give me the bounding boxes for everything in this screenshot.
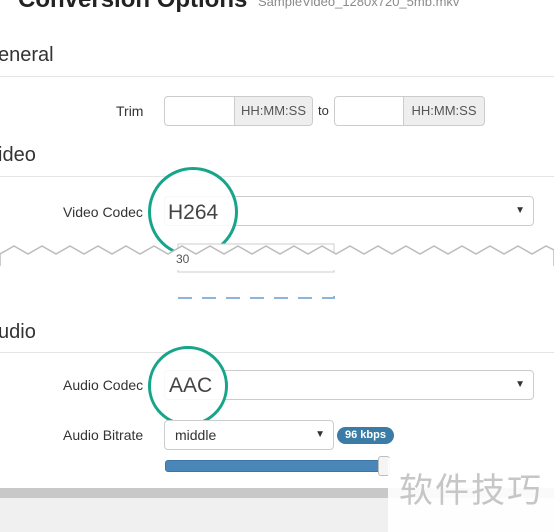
trim-to-label: to xyxy=(318,103,329,118)
section-general-heading: eneral xyxy=(0,44,54,66)
audio-bitrate-label: Audio Bitrate xyxy=(63,427,144,443)
trim-end-unit: HH:MM:SS xyxy=(404,96,485,126)
video-codec-label: Video Codec xyxy=(63,204,143,220)
file-name: SampleVideo_1280x720_5mb.mkv xyxy=(258,0,460,9)
dropdown-caret-icon: ▼ xyxy=(315,429,325,440)
section-divider xyxy=(0,176,554,177)
trim-start-unit: HH:MM:SS xyxy=(235,96,313,126)
audio-bitrate-select[interactable]: middle ▼ xyxy=(164,420,334,450)
bitrate-badge: 96 kbps xyxy=(337,427,394,444)
video-codec-value: H264 xyxy=(168,201,219,224)
section-divider xyxy=(0,352,554,353)
dropdown-caret-icon: ▼ xyxy=(515,379,525,390)
audio-codec-value: AAC xyxy=(169,374,213,397)
dropdown-caret-icon: ▼ xyxy=(515,205,525,216)
torn-cutaway xyxy=(0,238,554,308)
page-title: Conversion Options xyxy=(18,0,247,14)
section-video-heading: ideo xyxy=(0,144,36,166)
audio-bitrate-value: middle xyxy=(175,427,217,443)
trim-end-input[interactable] xyxy=(334,96,404,126)
audio-codec-highlight: AAC xyxy=(148,346,228,426)
bitrate-slider[interactable] xyxy=(165,460,387,472)
audio-codec-label: Audio Codec xyxy=(63,377,144,393)
section-divider xyxy=(0,76,554,77)
frame-rate-partial: 30 xyxy=(176,252,190,266)
trim-start-input[interactable] xyxy=(164,96,235,126)
watermark: 软件技巧 xyxy=(388,458,554,532)
section-audio-heading: udio xyxy=(0,321,36,343)
trim-label: Trim xyxy=(116,103,144,119)
